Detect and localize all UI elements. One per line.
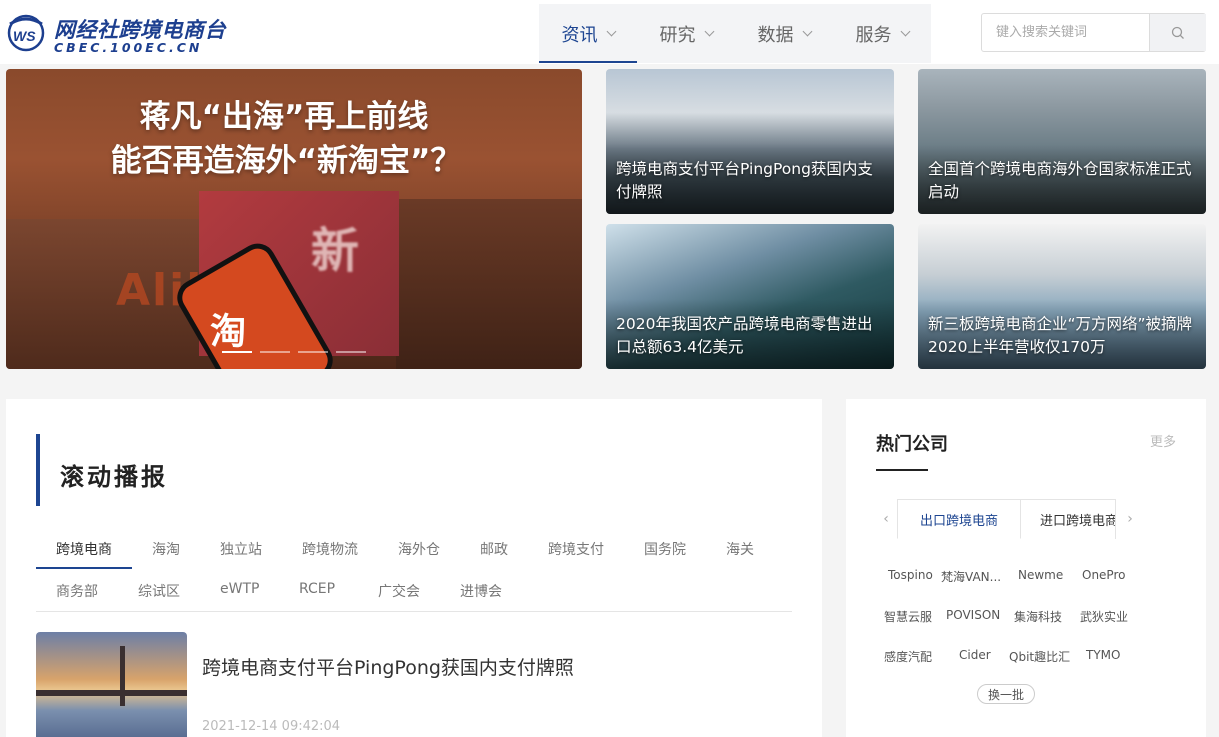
company-link[interactable]: 武狄实业 [1080,608,1128,625]
carousel-dot[interactable] [222,351,252,353]
tab-state-council[interactable]: 国务院 [644,539,686,559]
hero-image-text: 新 [311,223,360,279]
nav-item-data[interactable]: 数据 [735,4,833,63]
tab-independent-site[interactable]: 独立站 [220,539,262,559]
tab-canton-fair[interactable]: 广交会 [378,581,420,601]
company-link[interactable]: POVISON [946,608,1000,622]
company-link[interactable]: TYMO [1086,648,1120,662]
card-caption: 2020年我国农产品跨境电商零售进出口总额63.4亿美元 [616,315,873,356]
hero-carousel[interactable]: Alibaba 新 淘 蒋凡“出海”再上前线 能否再造海外“新淘宝”？ [6,69,582,369]
title-underline [876,469,928,471]
section-accent-bar [36,434,40,506]
tab-haitao[interactable]: 海淘 [152,539,180,559]
search-box [981,13,1206,52]
chevron-down-icon [606,26,616,36]
company-link[interactable]: Cider [959,648,991,662]
nav-item-research[interactable]: 研究 [637,4,735,63]
news-item-title[interactable]: 跨境电商支付平台PingPong获国内支付牌照 [202,653,574,680]
company-link[interactable]: OnePro [1082,568,1125,582]
tab-pilot-zone[interactable]: 综试区 [138,581,180,601]
company-category-tabs: ‹ 出口跨境电商 进口跨境电商 › [876,499,1136,539]
hero-headline-line2: 能否再造海外“新淘宝”？ [110,143,462,179]
tab-rcep[interactable]: RCEP [299,581,335,597]
news-item-date: 2021-12-14 09:42:04 [202,719,341,734]
company-link[interactable]: Qbit趣比汇 [1009,648,1070,665]
nav-item-label: 资讯 [561,24,598,46]
hot-companies-panel: 热门公司 更多 ‹ 出口跨境电商 进口跨境电商 › Tospino 梵海VAN.… [846,399,1206,737]
site-header: WS 网经社跨境电商台 CBEC.100EC.CN 资讯 研究 数据 服务 [0,0,1219,64]
company-link[interactable]: Newme [1018,568,1063,582]
hero-image-building [396,199,582,369]
rolling-news-panel: 滚动播报 跨境电商 海淘 独立站 跨境物流 海外仓 邮政 跨境支付 国务院 海关… [6,399,822,737]
tab-ewtp[interactable]: eWTP [220,581,259,597]
globe-logo-icon: WS [7,14,45,52]
company-link[interactable]: 梵海VAN... [941,568,1001,585]
tab-cross-border-logistics[interactable]: 跨境物流 [302,539,358,559]
chevron-left-icon[interactable]: ‹ [876,499,896,539]
tab-import-expo[interactable]: 进博会 [460,581,502,601]
nav-item-label: 服务 [855,24,892,46]
tab-overseas-warehouse[interactable]: 海外仓 [398,539,440,559]
svg-text:WS: WS [13,28,36,44]
card-caption: 新三板跨境电商企业“万方网络”被摘牌 2020上半年营收仅170万 [928,315,1193,356]
feature-card[interactable]: 跨境电商支付平台PingPong获国内支付牌照 [606,69,894,214]
logo-subtitle: CBEC.100EC.CN [54,40,203,55]
thumbnail-bridge [36,690,187,696]
nav-item-services[interactable]: 服务 [833,4,931,63]
carousel-dot[interactable] [336,351,366,353]
feature-card[interactable]: 全国首个跨境电商海外仓国家标准正式启动 [918,69,1206,214]
feature-card[interactable]: 新三板跨境电商企业“万方网络”被摘牌 2020上半年营收仅170万 [918,224,1206,369]
panel-title: 热门公司 [876,434,948,455]
tab-cross-border-ecommerce[interactable]: 跨境电商 [56,539,112,559]
more-link[interactable]: 更多 [1150,431,1176,450]
tab-customs[interactable]: 海关 [726,539,754,559]
feature-card[interactable]: 2020年我国农产品跨境电商零售进出口总额63.4亿美元 [606,224,894,369]
divider [36,611,792,612]
chevron-down-icon [802,26,812,36]
company-link[interactable]: Tospino [888,568,933,582]
hero-headline-line1: 蒋凡“出海”再上前线 [139,99,429,135]
tab-cross-border-payment[interactable]: 跨境支付 [548,539,604,559]
chevron-down-icon [704,26,714,36]
company-link[interactable]: 智慧云服 [884,608,932,625]
company-link[interactable]: 感度汽配 [884,648,932,665]
carousel-dot[interactable] [260,351,290,353]
search-button[interactable] [1149,14,1206,51]
chevron-right-icon[interactable]: › [1120,499,1140,539]
active-tab-indicator [36,567,132,569]
chevron-down-icon [900,26,910,36]
card-caption: 跨境电商支付平台PingPong获国内支付牌照 [616,160,873,201]
nav-item-label: 数据 [757,24,794,46]
thumbnail-tower [120,646,125,706]
tab-import-ecommerce[interactable]: 进口跨境电商 [1020,499,1116,539]
card-caption: 全国首个跨境电商海外仓国家标准正式启动 [928,160,1192,201]
carousel-dot[interactable] [298,351,328,353]
refresh-button[interactable]: 换一批 [977,684,1035,704]
tab-commerce-ministry[interactable]: 商务部 [56,581,98,601]
main-nav: 资讯 研究 数据 服务 [539,4,931,63]
phone-app-text: 淘 [210,311,247,353]
nav-item-news[interactable]: 资讯 [539,4,637,63]
nav-item-label: 研究 [659,24,696,46]
section-title: 滚动播报 [60,463,168,491]
tab-export-ecommerce[interactable]: 出口跨境电商 [897,499,1021,539]
search-input[interactable] [982,14,1149,51]
carousel-indicators [222,351,366,353]
tab-postal[interactable]: 邮政 [480,539,508,559]
site-logo[interactable]: WS 网经社跨境电商台 CBEC.100EC.CN [6,12,226,55]
search-icon [1171,26,1184,39]
company-link[interactable]: 集海科技 [1014,608,1062,625]
news-thumbnail[interactable] [36,632,187,737]
